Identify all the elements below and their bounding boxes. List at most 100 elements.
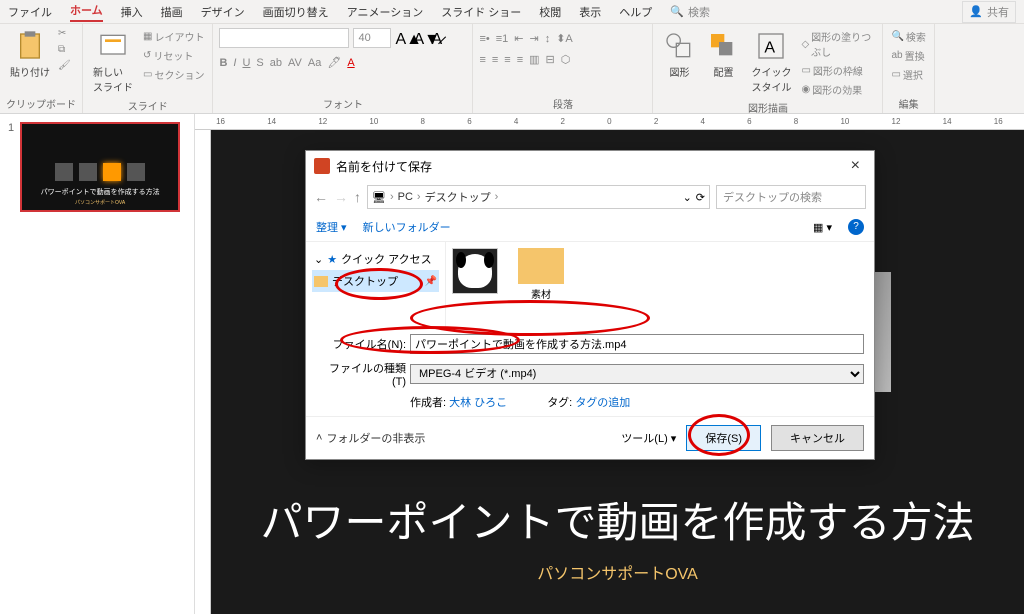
cancel-button[interactable]: キャンセル: [771, 425, 864, 451]
share-icon: 👤: [969, 5, 983, 18]
folder-tree: ⌄ ★ クイック アクセス デスクトップ 📌: [306, 242, 446, 328]
shape-fill-button[interactable]: ◇ 図形の塗りつぶし: [799, 28, 876, 60]
indent-right-icon[interactable]: ⇥: [530, 32, 539, 45]
highlight-button[interactable]: 🖊: [327, 56, 341, 69]
font-size-select[interactable]: [353, 28, 391, 48]
menu-home[interactable]: ホーム: [70, 2, 103, 22]
strike-button[interactable]: S: [256, 57, 263, 69]
align-left-icon[interactable]: ≡: [479, 54, 485, 66]
file-item[interactable]: [452, 248, 498, 294]
slide-title[interactable]: パワーポイントで動画を作成する方法: [260, 489, 974, 550]
line-spacing-icon[interactable]: ↕: [545, 33, 551, 45]
arrange-button[interactable]: 配置: [703, 28, 743, 81]
slide-subtitle[interactable]: パソコンサポートOVA: [537, 560, 698, 584]
path-bar[interactable]: 🖥 › PC › デスクトップ › ⌄ ⟳: [367, 185, 710, 209]
smartart-icon[interactable]: ⬡: [561, 53, 571, 66]
close-button[interactable]: ×: [845, 157, 866, 175]
refresh-icon[interactable]: ⟳: [696, 191, 705, 204]
author-value[interactable]: 大林 ひろこ: [449, 397, 507, 409]
tools-button[interactable]: ツール(L) ▾: [621, 430, 676, 446]
bullets-icon[interactable]: ≡•: [479, 33, 489, 45]
copy-icon[interactable]: ⧉: [58, 44, 72, 58]
font-color-button[interactable]: A: [347, 57, 354, 69]
menu-help[interactable]: ヘルプ: [619, 4, 652, 20]
shapes-label: 図形: [669, 64, 689, 79]
indent-left-icon[interactable]: ⇤: [514, 32, 523, 45]
up-button[interactable]: ↑: [354, 189, 361, 205]
share-button[interactable]: 👤 共有: [962, 1, 1016, 23]
text-direction-icon[interactable]: ⬍A: [556, 32, 573, 45]
font-family-select[interactable]: [219, 28, 349, 48]
paragraph-group-label: 段落: [479, 94, 646, 111]
columns-icon[interactable]: ▥: [529, 53, 539, 66]
paste-label: 貼り付け: [10, 64, 50, 79]
decrease-font-icon[interactable]: A▼: [413, 31, 427, 45]
quick-access-label: クイック アクセス: [341, 251, 432, 267]
path-pc[interactable]: PC: [398, 191, 413, 203]
align-center-icon[interactable]: ≡: [492, 54, 498, 66]
slide-number: 1: [8, 122, 14, 212]
tag-value[interactable]: タグの追加: [575, 397, 630, 409]
filename-label: ファイル名(N):: [316, 336, 406, 352]
organize-button[interactable]: 整理 ▾: [316, 219, 347, 235]
bold-button[interactable]: B: [219, 57, 227, 69]
back-button[interactable]: ←: [314, 189, 328, 205]
author-label: 作成者:: [410, 397, 446, 409]
menu-review[interactable]: 校閲: [539, 4, 561, 20]
shape-effects-button[interactable]: ◉ 図形の効果: [799, 81, 876, 98]
menu-animations[interactable]: アニメーション: [347, 4, 424, 20]
select-button[interactable]: ▭ 選択: [889, 66, 927, 83]
folder-thumb-icon: [518, 248, 564, 284]
spacing-button[interactable]: AV: [288, 57, 302, 69]
underline-button[interactable]: U: [242, 57, 250, 69]
menu-file[interactable]: ファイル: [8, 4, 52, 20]
find-button[interactable]: 🔍 検索: [889, 28, 927, 45]
slide-thumbnail[interactable]: パワーポイントで動画を作成する方法 パソコンサポートOVA: [20, 122, 180, 212]
shape-outline-button[interactable]: ▭ 図形の枠線: [799, 62, 876, 79]
menu-view[interactable]: 表示: [579, 4, 601, 20]
forward-button[interactable]: →: [334, 189, 348, 205]
clear-format-icon[interactable]: A̷: [431, 31, 445, 45]
help-icon[interactable]: ?: [848, 219, 864, 235]
folder-item[interactable]: 素材: [518, 248, 564, 301]
shapes-button[interactable]: 図形: [659, 28, 699, 81]
hide-folders-button[interactable]: ˄ フォルダーの非表示: [316, 430, 425, 446]
quick-style-button[interactable]: A クイック スタイル: [747, 28, 795, 96]
format-painter-icon[interactable]: 🖌: [58, 60, 72, 74]
justify-icon[interactable]: ≡: [517, 54, 523, 66]
chevron-down-icon[interactable]: ⌄: [683, 191, 692, 204]
path-desktop[interactable]: デスクトップ: [425, 189, 491, 205]
quick-access-item[interactable]: ⌄ ★ クイック アクセス: [312, 248, 439, 270]
cut-icon[interactable]: ✂: [58, 28, 72, 42]
desktop-tree-item[interactable]: デスクトップ 📌: [312, 270, 439, 292]
increase-font-icon[interactable]: A▲: [395, 31, 409, 45]
replace-button[interactable]: ab 置換: [889, 47, 927, 64]
align-right-icon[interactable]: ≡: [504, 54, 510, 66]
search-menu[interactable]: 🔍 検索: [670, 4, 710, 20]
paste-button[interactable]: 貼り付け: [6, 28, 54, 81]
case-button[interactable]: Aa: [308, 57, 321, 69]
save-button[interactable]: 保存(S): [686, 425, 761, 451]
menu-transitions[interactable]: 画面切り替え: [263, 4, 329, 20]
filetype-label: ファイルの種類(T): [316, 360, 406, 388]
filename-input[interactable]: [410, 334, 864, 354]
reset-button[interactable]: ↺ リセット: [141, 47, 206, 64]
menu-insert[interactable]: 挿入: [121, 4, 143, 20]
shadow-button[interactable]: ab: [270, 57, 282, 69]
menu-slideshow[interactable]: スライド ショー: [441, 4, 521, 20]
menu-design[interactable]: デザイン: [201, 4, 245, 20]
layout-button[interactable]: ▦ レイアウト: [141, 28, 206, 45]
pin-icon[interactable]: 📌: [425, 276, 437, 287]
folder-search-input[interactable]: デスクトップの検索: [716, 185, 866, 209]
new-folder-button[interactable]: 新しいフォルダー: [363, 219, 451, 235]
filetype-select[interactable]: MPEG-4 ビデオ (*.mp4): [410, 364, 864, 384]
view-button[interactable]: ▦ ▾: [813, 221, 832, 234]
align-text-icon[interactable]: ⊟: [546, 53, 555, 66]
italic-button[interactable]: I: [233, 57, 236, 69]
numbering-icon[interactable]: ≡1: [496, 33, 509, 45]
section-button[interactable]: ▭ セクション: [141, 66, 206, 83]
editing-group-label: 編集: [889, 94, 927, 111]
file-list[interactable]: 素材: [446, 242, 874, 328]
new-slide-button[interactable]: 新しい スライド: [89, 28, 137, 96]
menu-draw[interactable]: 描画: [161, 4, 183, 20]
